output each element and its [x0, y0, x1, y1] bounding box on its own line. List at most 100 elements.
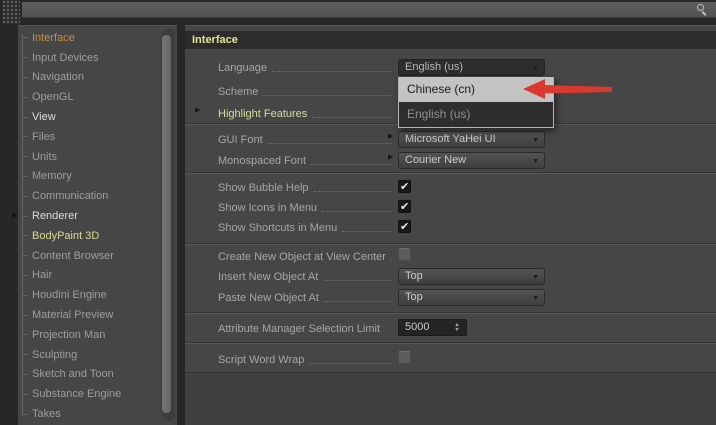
script-word-wrap-checkbox[interactable]	[398, 351, 411, 364]
sidebar-item-view[interactable]: View	[22, 107, 161, 127]
tree-dash	[22, 393, 28, 395]
sidebar-item-projection-man[interactable]: Projection Man	[22, 325, 161, 345]
tree-dash	[22, 57, 28, 59]
sidebar-list: Interface Input Devices Navigation OpenGL Vi…	[12, 28, 161, 424]
sidebar-item-opengl[interactable]: OpenGL	[22, 87, 161, 107]
paste-new-object-value: Top	[405, 291, 423, 303]
sidebar-item-navigation[interactable]: Navigation	[22, 68, 161, 88]
sidebar-item-hair[interactable]: Hair	[22, 266, 161, 286]
gui-font-dropdown[interactable]: Microsoft YaHei UI ▼	[398, 131, 545, 148]
tree-dash	[22, 314, 28, 316]
insert-new-object-value: Top	[405, 270, 423, 282]
sidebar-item-substance-engine[interactable]: Substance Engine	[22, 384, 161, 404]
sidebar-item-label: Sculpting	[32, 348, 78, 361]
sidebar-item-label: Renderer	[32, 210, 78, 223]
tree-dash	[22, 255, 28, 257]
page-title: Interface	[185, 31, 716, 49]
sidebar-item-takes[interactable]: Takes	[22, 404, 161, 424]
dotted-leader	[322, 211, 392, 212]
menu-option-english-us-[interactable]: English (us)	[399, 102, 553, 127]
tree-dash	[22, 294, 28, 296]
sidebar-scrollbar-thumb[interactable]	[161, 34, 172, 414]
sidebar-item-memory[interactable]: Memory	[22, 167, 161, 187]
attribute-manager-limit-input[interactable]: 5000 ▲ ▼	[398, 319, 467, 336]
section-separator	[185, 243, 716, 245]
monospaced-font-label: Monospaced Font	[218, 155, 307, 167]
create-new-object-checkbox[interactable]	[398, 248, 411, 261]
spinner-down-icon[interactable]: ▼	[454, 327, 459, 333]
sidebar-item-houdini-engine[interactable]: Houdini Engine	[22, 285, 161, 305]
gui-font-row: GUI Font	[218, 131, 394, 148]
menu-option-chinese-cn-[interactable]: Chinese (cn)	[399, 77, 553, 102]
sidebar-item-input-devices[interactable]: Input Devices	[22, 48, 161, 68]
insert-new-object-dropdown[interactable]: Top ▼	[398, 268, 545, 285]
sidebar-item-label: Takes	[32, 408, 61, 421]
sidebar-item-renderer[interactable]: ▶ Renderer	[12, 206, 161, 226]
monospaced-font-dropdown[interactable]: Courier New ▼	[398, 152, 545, 169]
show-shortcuts-in-menu-checkbox[interactable]: ✔	[398, 220, 411, 233]
highlight-features-label: Highlight Features	[218, 108, 308, 120]
create-new-object-label: Create New Object at View Center	[218, 251, 386, 263]
highlight-features-row: Highlight Features	[218, 105, 394, 122]
dotted-leader	[312, 117, 392, 118]
dotted-leader	[323, 301, 392, 302]
expand-arrow-icon[interactable]: ▶	[388, 133, 393, 141]
tree-dash	[22, 215, 28, 217]
dotted-leader	[271, 71, 392, 72]
show-bubble-help-checkbox[interactable]: ✔	[398, 180, 411, 193]
tree-dash	[22, 116, 28, 118]
sidebar-item-communication[interactable]: Communication	[22, 186, 161, 206]
sidebar-item-label: Input Devices	[32, 51, 99, 64]
search-icon[interactable]	[696, 4, 708, 16]
sidebar-scrollbar-track[interactable]	[161, 29, 175, 421]
window-grip[interactable]	[2, 0, 20, 24]
language-label: Language	[218, 62, 267, 74]
chevron-down-icon: ▼	[532, 158, 539, 165]
check-icon: ✔	[400, 181, 410, 193]
attribute-manager-limit-row: Attribute Manager Selection Limit	[218, 320, 394, 337]
tree-dash	[22, 175, 28, 177]
dotted-leader	[263, 95, 392, 96]
tree-dash	[22, 156, 28, 158]
sidebar-item-content-browser[interactable]: Content Browser	[22, 246, 161, 266]
sidebar-item-label: Units	[32, 150, 58, 163]
dotted-leader	[323, 280, 392, 281]
sidebar-item-sculpting[interactable]: Sculpting	[22, 345, 161, 365]
sidebar-item-bodypaint-3d[interactable]: BodyPaint 3D	[22, 226, 161, 246]
language-dropdown[interactable]: English (us) ▼	[398, 59, 545, 76]
tree-dash	[22, 354, 28, 356]
dotted-leader	[390, 260, 392, 261]
interface-settings-panel: Interface Language English (us) ▼ Scheme…	[185, 25, 716, 425]
number-spinner[interactable]: ▲ ▼	[451, 321, 463, 334]
paste-new-object-dropdown[interactable]: Top ▼	[398, 289, 545, 306]
search-bar[interactable]	[22, 2, 716, 18]
section-separator	[185, 312, 716, 314]
scheme-label: Scheme	[218, 86, 259, 98]
sidebar-item-label: OpenGL	[32, 91, 74, 104]
paste-new-object-row: Paste New Object At	[218, 289, 394, 306]
show-icons-in-menu-checkbox[interactable]: ✔	[398, 200, 411, 213]
check-icon: ✔	[400, 221, 410, 233]
dotted-leader	[311, 164, 392, 165]
sidebar-item-label: View	[32, 111, 56, 124]
sidebar-item-units[interactable]: Units	[22, 147, 161, 167]
scheme-row: Scheme	[218, 83, 394, 100]
monospaced-font-row: Monospaced Font	[218, 152, 394, 169]
script-word-wrap-row: Script Word Wrap	[218, 351, 394, 368]
expand-arrow-icon[interactable]: ▶	[388, 154, 393, 162]
gui-font-value: Microsoft YaHei UI	[405, 133, 496, 145]
sidebar-item-material-preview[interactable]: Material Preview	[22, 305, 161, 325]
gui-font-label: GUI Font	[218, 134, 263, 146]
sidebar-item-label: Navigation	[32, 71, 84, 84]
sidebar-item-interface[interactable]: Interface	[22, 28, 161, 48]
expand-arrow-icon[interactable]: ▶	[195, 107, 200, 115]
attribute-manager-limit-value: 5000	[405, 321, 430, 333]
sidebar-item-sketch-and-toon[interactable]: Sketch and Toon	[22, 365, 161, 385]
sidebar-item-label: Memory	[32, 170, 72, 183]
tree-dash	[22, 37, 28, 39]
language-row: Language	[218, 59, 394, 76]
sidebar-item-files[interactable]: Files	[22, 127, 161, 147]
script-word-wrap-label: Script Word Wrap	[218, 354, 305, 366]
sidebar-item-label: Sketch and Toon	[32, 368, 114, 381]
expand-arrow-icon[interactable]: ▶	[12, 212, 17, 220]
